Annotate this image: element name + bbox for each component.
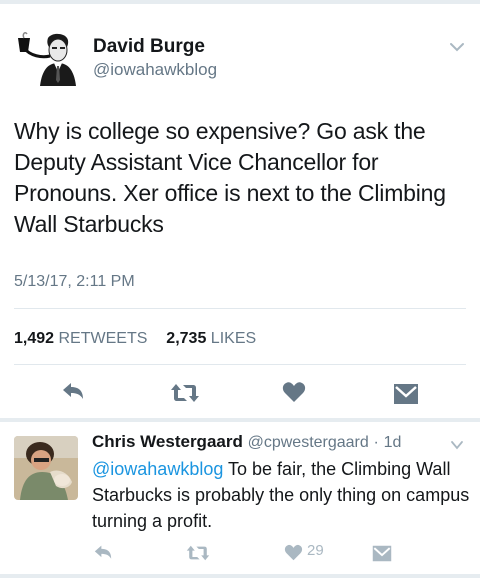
retweet-icon[interactable]: [170, 382, 200, 404]
divider: [14, 364, 466, 365]
tweet-stats: 1,492 RETWEETS 2,735 LIKES: [14, 330, 256, 348]
retweet-label[interactable]: RETWEETS: [59, 330, 148, 347]
main-tweet: David Burge @iowahawkblog Why is college…: [0, 4, 480, 418]
meta-separator: ·: [373, 434, 379, 451]
direct-message-icon[interactable]: [372, 545, 392, 562]
author-handle[interactable]: @iowahawkblog: [93, 60, 217, 80]
author-name[interactable]: David Burge: [93, 36, 205, 58]
bottom-divider: [0, 574, 480, 578]
divider: [14, 308, 466, 309]
heart-icon[interactable]: [282, 381, 306, 403]
retweet-count[interactable]: 1,492: [14, 330, 54, 347]
reply-icon[interactable]: [61, 381, 85, 403]
tweet-text: Why is college so expensive? Go ask the …: [14, 118, 446, 237]
reply-text: @iowahawkblog To be fair, the Climbing W…: [92, 456, 472, 534]
reply-author-avatar[interactable]: [14, 436, 78, 500]
tweet-timestamp[interactable]: 5/13/17, 2:11 PM: [14, 273, 135, 291]
chevron-down-icon[interactable]: [448, 38, 466, 56]
reply-like-count[interactable]: 29: [307, 542, 324, 559]
reply-tweet: Chris Westergaard @cpwestergaard · 1d @i…: [0, 422, 480, 578]
reply-author-handle[interactable]: @cpwestergaard: [248, 434, 369, 451]
heart-icon[interactable]: [284, 544, 303, 561]
reply-header: Chris Westergaard @cpwestergaard · 1d: [92, 432, 401, 452]
chevron-down-icon[interactable]: [450, 438, 464, 452]
direct-message-icon[interactable]: [393, 383, 419, 405]
like-count[interactable]: 2,735: [166, 330, 206, 347]
reply-author-name[interactable]: Chris Westergaard: [92, 432, 243, 451]
retweet-icon[interactable]: [186, 544, 210, 562]
like-label[interactable]: LIKES: [211, 330, 256, 347]
reply-icon[interactable]: [93, 544, 113, 562]
reply-time[interactable]: 1d: [384, 434, 402, 451]
mention-link[interactable]: @iowahawkblog: [92, 459, 223, 479]
author-avatar[interactable]: [14, 32, 76, 86]
